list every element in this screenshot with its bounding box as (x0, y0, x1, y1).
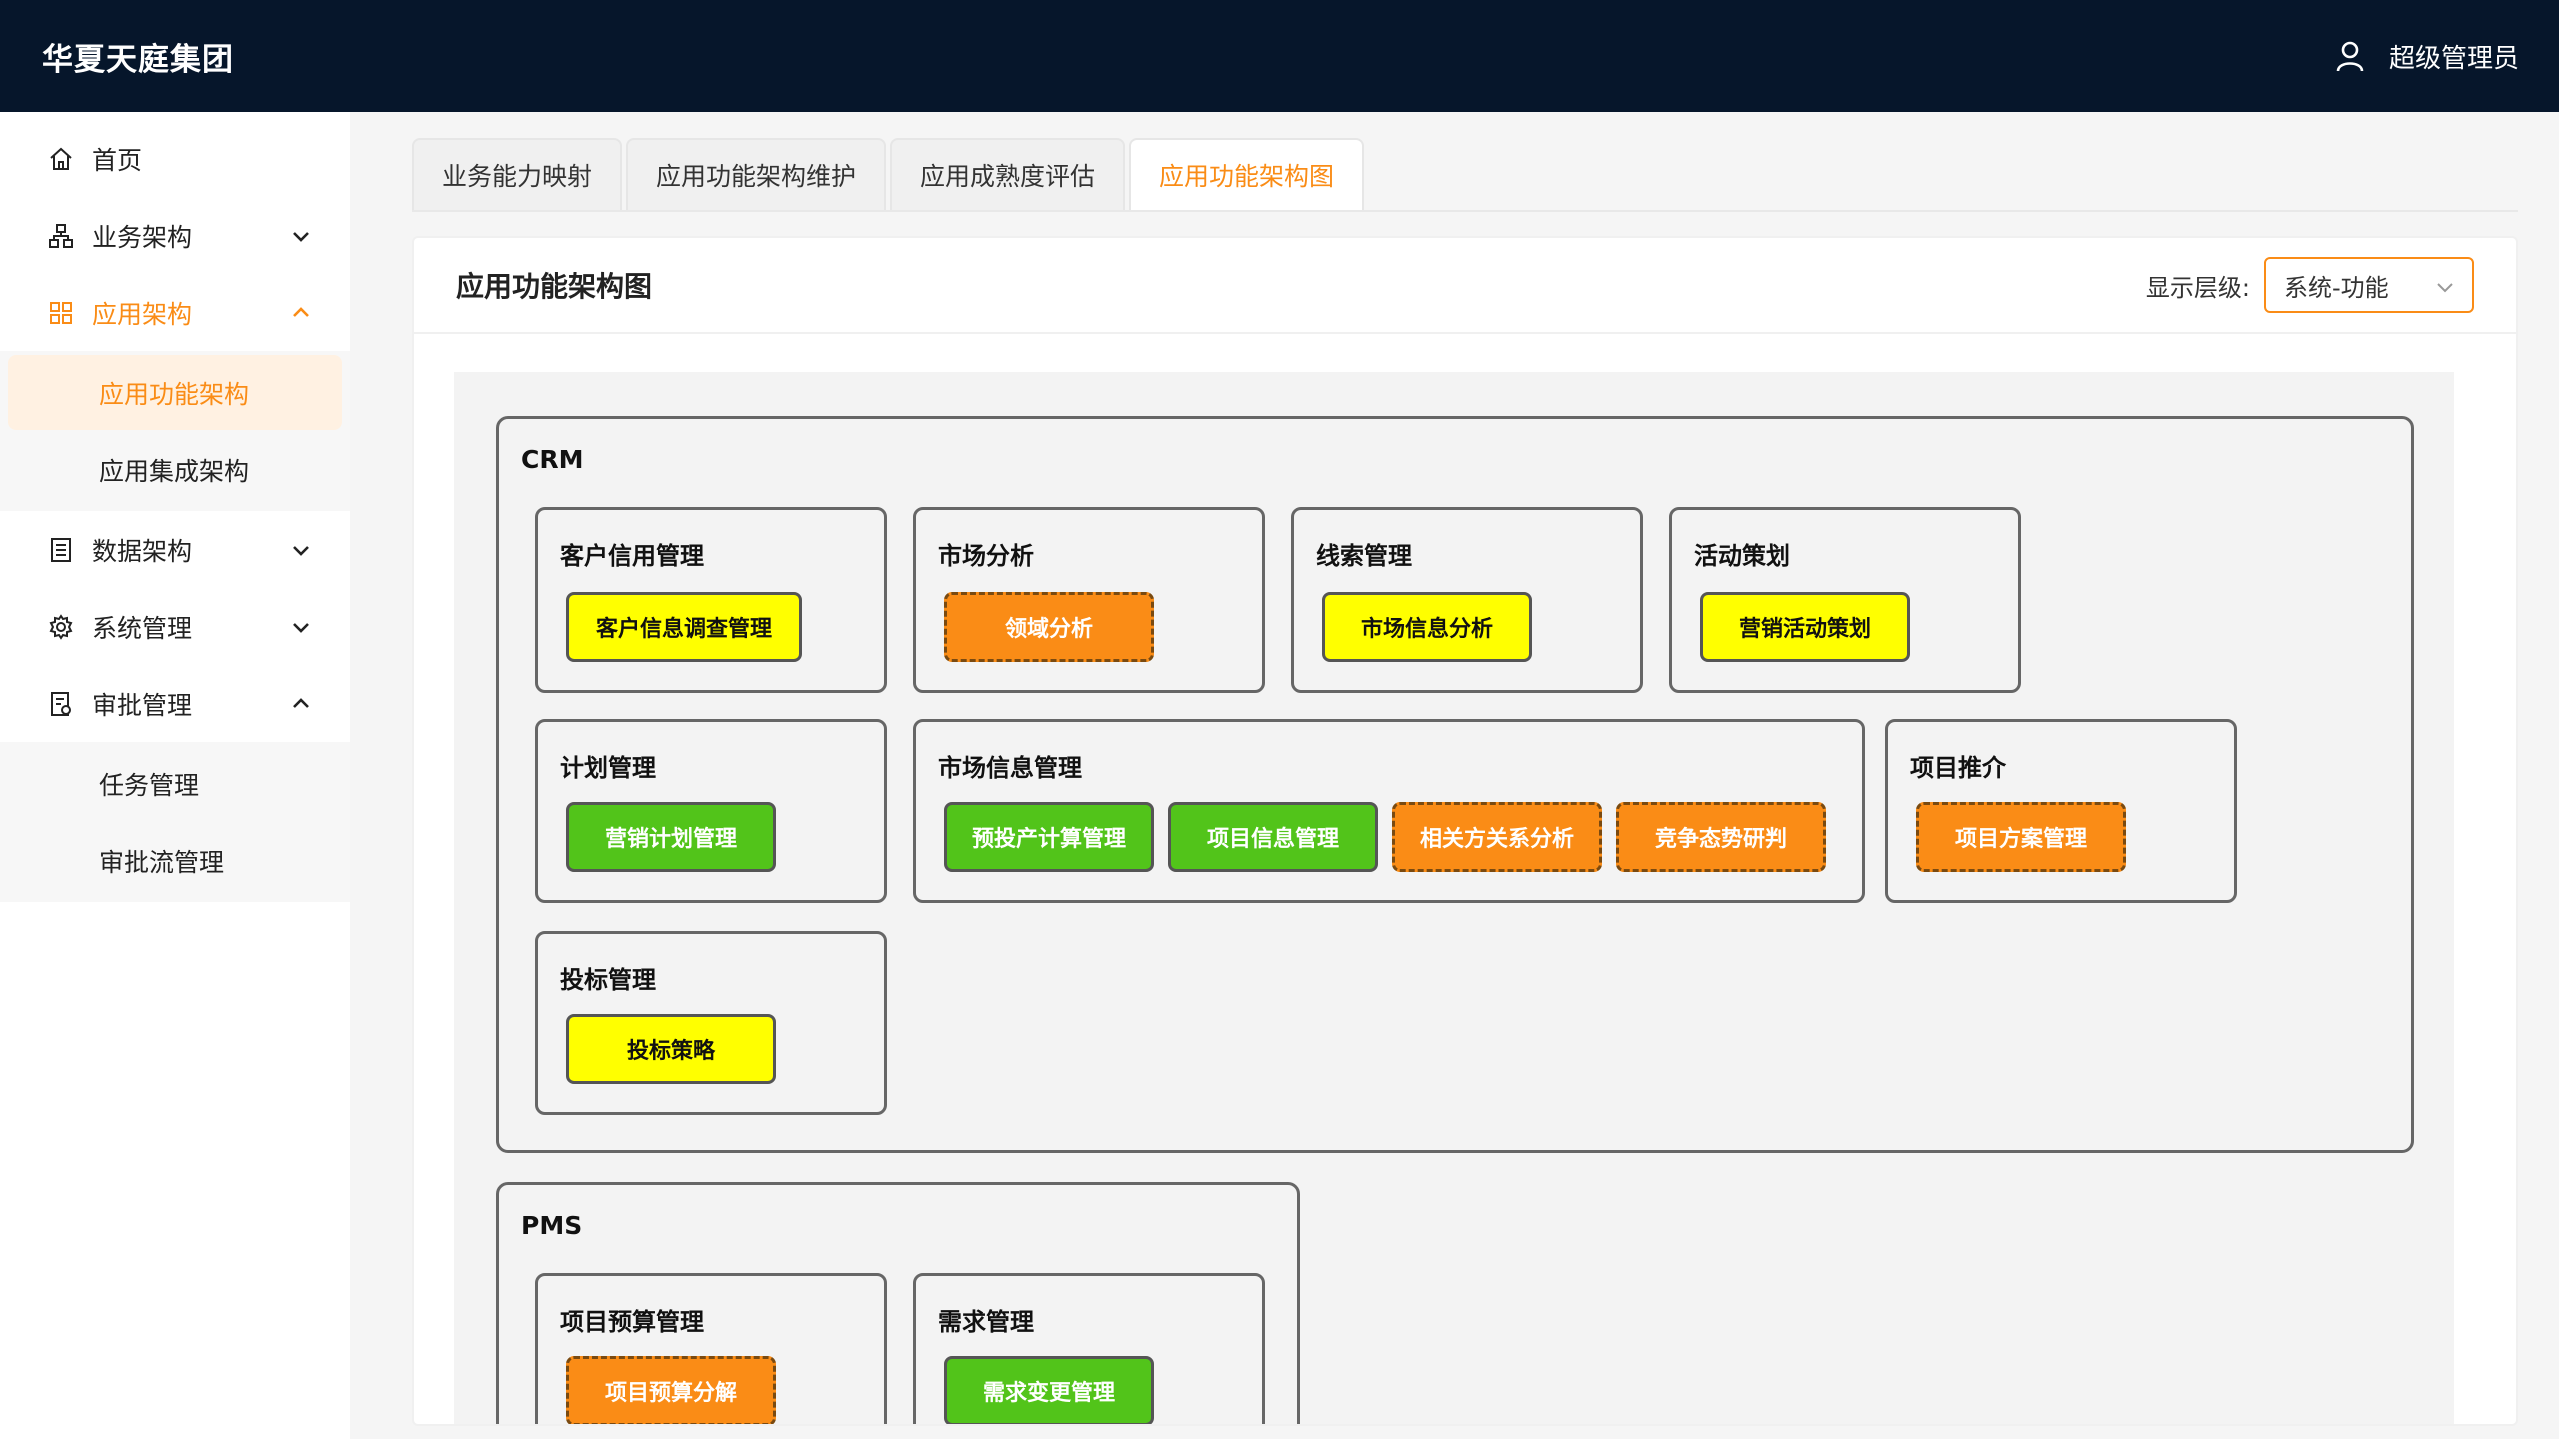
sidebar-item-label: 数据架构 (92, 536, 193, 566)
level-label: 显示层级: (2145, 273, 2250, 302)
chevron-down-icon (290, 225, 312, 247)
user-name[interactable]: 超级管理员 (2389, 38, 2519, 75)
home-icon (48, 146, 74, 172)
grid-icon (48, 300, 74, 326)
level-select[interactable]: 系统-功能 (2264, 257, 2474, 313)
sidebar-item-approval-mgmt[interactable]: 审批管理 (0, 665, 350, 742)
level-select-value: 系统-功能 (2284, 273, 2389, 302)
database-icon (48, 537, 74, 563)
group-requirement-mgmt: 需求管理 需求变更管理 (913, 1273, 1265, 1424)
group-plan-mgmt: 计划管理 营销计划管理 (535, 719, 887, 903)
function-marketing-campaign-planning[interactable]: 营销活动策划 (1700, 592, 1910, 662)
chevron-down-icon (2436, 271, 2454, 299)
chevron-down-icon (290, 616, 312, 638)
level-filter: 显示层级: 系统-功能 (2146, 257, 2474, 313)
gear-icon (48, 613, 74, 640)
group-name: 项目预算管理 (560, 1308, 704, 1336)
tab-bar: 业务能力映射 应用功能架构维护 应用成熟度评估 应用功能架构图 (412, 138, 2518, 212)
tab-business-capability-mapping[interactable]: 业务能力映射 (412, 138, 623, 210)
system-crm: CRM 客户信用管理 客户信息调查管理 市场分析 领域分析 线索管理 市场信息分… (496, 416, 2414, 1153)
approval-icon (48, 691, 74, 717)
chevron-up-icon (290, 302, 312, 324)
chevron-up-icon (290, 693, 312, 715)
group-project-promotion: 项目推介 项目方案管理 (1885, 719, 2237, 903)
group-name: 活动策划 (1694, 542, 1790, 570)
sidebar-item-label: 系统管理 (92, 613, 193, 643)
function-requirement-change-mgmt[interactable]: 需求变更管理 (944, 1356, 1154, 1424)
approval-submenu: 任务管理 审批流管理 (0, 742, 350, 902)
tab-app-function-arch-maintenance[interactable]: 应用功能架构维护 (626, 138, 887, 210)
sidebar-item-app-function-arch[interactable]: 应用功能架构 (8, 355, 342, 430)
group-name: 客户信用管理 (560, 542, 704, 570)
group-lead-mgmt: 线索管理 市场信息分析 (1291, 507, 1643, 693)
system-name: CRM (521, 445, 584, 474)
sidebar-item-app-integration-arch[interactable]: 应用集成架构 (8, 432, 342, 507)
function-domain-analysis[interactable]: 领域分析 (944, 592, 1154, 662)
group-name: 项目推介 (1910, 754, 2006, 782)
group-campaign-planning: 活动策划 营销活动策划 (1669, 507, 2021, 693)
group-market-analysis: 市场分析 领域分析 (913, 507, 1265, 693)
sidebar: 首页 业务架构 应用架构 应用功能架构 应用集成架构 数据架构 系统管理 审批管… (0, 112, 350, 1439)
architecture-canvas: CRM 客户信用管理 客户信息调查管理 市场分析 领域分析 线索管理 市场信息分… (454, 372, 2454, 1424)
sidebar-item-label: 应用架构 (92, 299, 193, 329)
sidebar-item-app-arch[interactable]: 应用架构 (0, 274, 350, 351)
app-arch-submenu: 应用功能架构 应用集成架构 (0, 351, 350, 511)
sidebar-item-label: 业务架构 (92, 222, 193, 252)
top-header: 华夏天庭集团 超级管理员 (0, 0, 2559, 112)
function-competition-analysis[interactable]: 竞争态势研判 (1616, 802, 1826, 872)
sidebar-item-home[interactable]: 首页 (0, 120, 350, 197)
sidebar-item-approval-flow-mgmt[interactable]: 审批流管理 (8, 823, 342, 898)
function-customer-info-survey[interactable]: 客户信息调查管理 (566, 592, 802, 662)
chevron-down-icon (290, 539, 312, 561)
group-name: 投标管理 (560, 966, 656, 994)
function-bidding-strategy[interactable]: 投标策略 (566, 1014, 776, 1084)
user-menu[interactable]: 超级管理员 (2333, 38, 2519, 75)
group-market-info-mgmt: 市场信息管理 预投产计算管理 项目信息管理 相关方关系分析 竞争态势研判 (913, 719, 1865, 903)
group-customer-credit: 客户信用管理 客户信息调查管理 (535, 507, 887, 693)
panel-title: 应用功能架构图 (456, 270, 653, 303)
function-project-info-mgmt[interactable]: 项目信息管理 (1168, 802, 1378, 872)
sidebar-item-label: 审批管理 (92, 690, 193, 720)
main-content: 业务能力映射 应用功能架构维护 应用成熟度评估 应用功能架构图 应用功能架构图 … (372, 112, 2559, 1439)
brand-title: 华夏天庭集团 (42, 41, 234, 78)
diagram-panel: 应用功能架构图 显示层级: 系统-功能 CRM 客户信用管理 客户信息调查管理 (412, 236, 2518, 1426)
user-icon (2333, 39, 2367, 73)
function-marketing-plan-mgmt[interactable]: 营销计划管理 (566, 802, 776, 872)
group-name: 线索管理 (1316, 542, 1412, 570)
group-name: 市场信息管理 (938, 754, 1082, 782)
panel-header: 应用功能架构图 显示层级: 系统-功能 (414, 238, 2516, 334)
sidebar-item-data-arch[interactable]: 数据架构 (0, 511, 350, 588)
function-project-budget-breakdown[interactable]: 项目预算分解 (566, 1356, 776, 1424)
sidebar-item-label: 首页 (92, 145, 143, 175)
group-project-budget-mgmt: 项目预算管理 项目预算分解 (535, 1273, 887, 1424)
hierarchy-icon (48, 223, 74, 249)
function-project-proposal-mgmt[interactable]: 项目方案管理 (1916, 802, 2126, 872)
sidebar-item-system-mgmt[interactable]: 系统管理 (0, 588, 350, 665)
sidebar-item-business-arch[interactable]: 业务架构 (0, 197, 350, 274)
group-name: 计划管理 (560, 754, 656, 782)
function-market-info-analysis[interactable]: 市场信息分析 (1322, 592, 1532, 662)
tab-app-maturity-assessment[interactable]: 应用成熟度评估 (890, 138, 1126, 210)
tab-app-function-arch-diagram[interactable]: 应用功能架构图 (1129, 138, 1365, 210)
system-name: PMS (521, 1211, 583, 1240)
group-name: 需求管理 (938, 1308, 1034, 1336)
group-bidding-mgmt: 投标管理 投标策略 (535, 931, 887, 1115)
function-stakeholder-analysis[interactable]: 相关方关系分析 (1392, 802, 1602, 872)
system-pms: PMS 项目预算管理 项目预算分解 需求管理 需求变更管理 (496, 1182, 1300, 1424)
group-name: 市场分析 (938, 542, 1034, 570)
function-pre-production-calc[interactable]: 预投产计算管理 (944, 802, 1154, 872)
sidebar-item-task-mgmt[interactable]: 任务管理 (8, 746, 342, 821)
